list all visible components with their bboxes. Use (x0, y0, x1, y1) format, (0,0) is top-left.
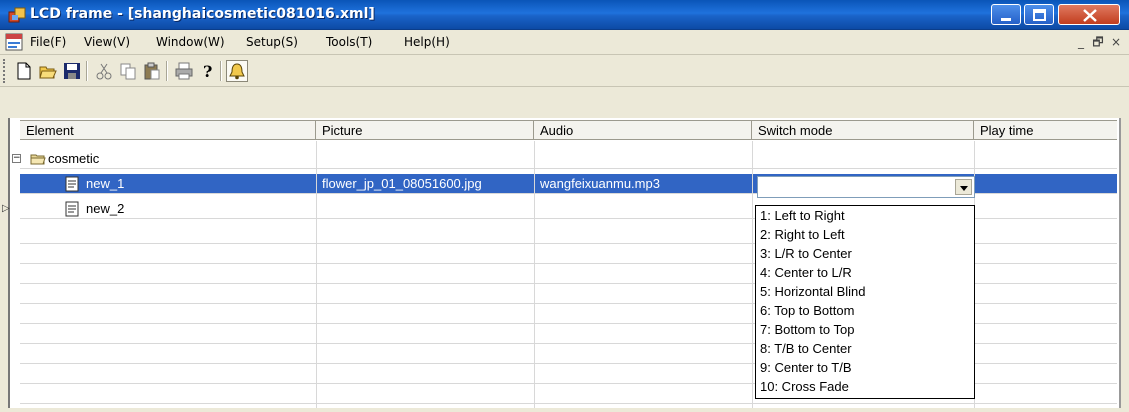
help-icon[interactable]: ? (198, 61, 218, 81)
open-icon[interactable] (38, 61, 58, 81)
menu-file[interactable]: File(F) (30, 35, 66, 49)
dropdown-button[interactable] (955, 179, 972, 195)
document-item-icon (65, 176, 79, 192)
maximize-icon (1033, 9, 1046, 21)
svg-text:?: ? (203, 62, 212, 81)
mdi-close-button[interactable]: × (1108, 34, 1124, 50)
column-divider (316, 141, 317, 408)
row-marker: ▷ (2, 203, 10, 214)
element-cell: new_2 (86, 201, 125, 216)
window-title: LCD frame - [shanghaicosmetic081016.xml] (30, 6, 375, 22)
dropdown-option[interactable]: 5: Horizontal Blind (760, 282, 866, 301)
column-divider (534, 141, 535, 408)
cut-icon[interactable] (94, 61, 114, 81)
grid-header: Element Picture Audio Switch mode Play t… (20, 120, 1117, 140)
menu-tools[interactable]: Tools(T) (326, 35, 372, 49)
document-item-icon (65, 201, 79, 217)
toolbar-grip[interactable] (3, 59, 6, 83)
dropdown-option[interactable]: 2: Right to Left (760, 225, 845, 244)
new-icon[interactable] (14, 61, 34, 81)
print-icon[interactable] (174, 61, 194, 81)
column-header-element[interactable]: Element (20, 121, 316, 140)
document-icon[interactable] (5, 33, 23, 51)
dropdown-option[interactable]: 10: Cross Fade (760, 377, 849, 396)
menu-help[interactable]: Help(H) (404, 35, 450, 49)
switch-mode-select[interactable] (757, 176, 975, 198)
minimize-button[interactable] (991, 4, 1021, 25)
app-icon (8, 7, 26, 23)
toolbar: ? (0, 56, 1129, 87)
mdi-minimize-button[interactable]: _ (1073, 34, 1089, 50)
toolbar-separator (220, 61, 222, 81)
save-icon[interactable] (62, 61, 82, 81)
collapse-expander[interactable]: − (12, 154, 21, 163)
element-cell: cosmetic (48, 151, 100, 166)
dropdown-option[interactable]: 9: Center to T/B (760, 358, 852, 377)
menu-bar: File(F) View(V) Window(W) Setup(S) Tools… (0, 30, 1129, 55)
menu-window[interactable]: Window(W) (156, 35, 225, 49)
column-header-audio[interactable]: Audio (534, 121, 752, 140)
column-header-play-time[interactable]: Play time (974, 121, 1117, 140)
column-divider (752, 141, 753, 408)
audio-cell[interactable]: wangfeixuanmu.mp3 (534, 174, 660, 194)
minimize-icon (1001, 18, 1011, 21)
title-bar[interactable]: LCD frame - [shanghaicosmetic081016.xml] (0, 0, 1129, 30)
dropdown-option[interactable]: 1: Left to Right (760, 206, 845, 225)
dropdown-option[interactable]: 4: Center to L/R (760, 263, 852, 282)
close-icon (1083, 9, 1097, 22)
paste-icon[interactable] (142, 61, 162, 81)
element-cell: new_1 (86, 176, 125, 191)
chevron-down-icon (960, 186, 968, 191)
dropdown-option[interactable]: 7: Bottom to Top (760, 320, 854, 339)
copy-icon[interactable] (118, 61, 138, 81)
table-row[interactable]: − cosmetic (12, 149, 1117, 169)
mdi-restore-button[interactable]: 🗗 (1090, 34, 1106, 50)
bell-icon (229, 63, 245, 80)
maximize-button[interactable] (1024, 4, 1054, 25)
toolbar-separator (86, 61, 88, 81)
dropdown-option[interactable]: 6: Top to Bottom (760, 301, 854, 320)
bell-button[interactable] (226, 60, 248, 82)
column-header-picture[interactable]: Picture (316, 121, 534, 140)
menu-view[interactable]: View(V) (84, 35, 130, 49)
toolbar-separator (166, 61, 168, 81)
picture-cell[interactable]: flower_jp_01_08051600.jpg (316, 174, 482, 194)
dropdown-option[interactable]: 3: L/R to Center (760, 244, 852, 263)
menu-setup[interactable]: Setup(S) (246, 35, 298, 49)
switch-mode-dropdown-list: 1: Left to Right 2: Right to Left 3: L/R… (755, 205, 975, 399)
column-header-switch-mode[interactable]: Switch mode (752, 121, 974, 140)
dropdown-option[interactable]: 8: T/B to Center (760, 339, 852, 358)
close-button[interactable] (1058, 4, 1120, 25)
